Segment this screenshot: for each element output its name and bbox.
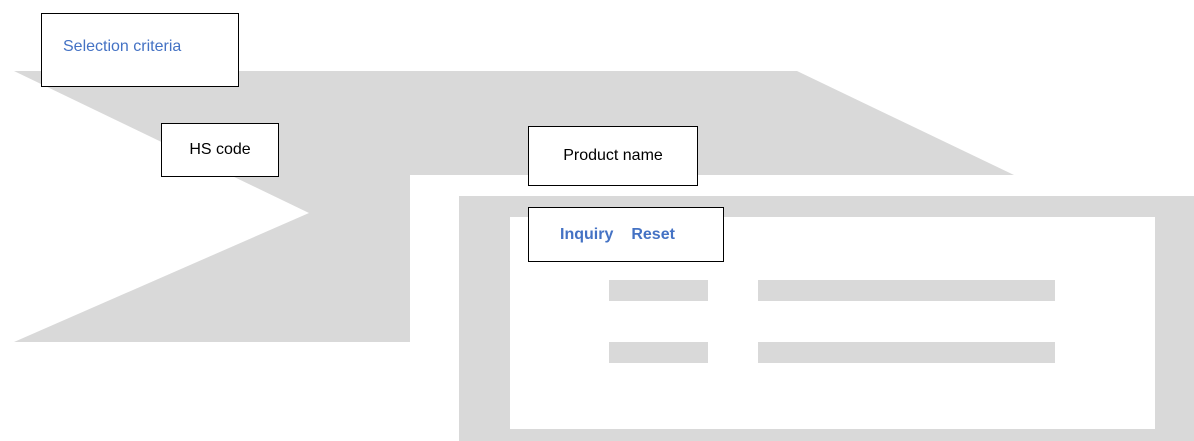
action-buttons: Inquiry Reset xyxy=(528,207,724,262)
result-row-2-label-placeholder xyxy=(609,342,708,363)
selection-criteria-title-text: Selection criteria xyxy=(63,38,182,55)
hs-code-label: HS code xyxy=(189,141,251,158)
inquiry-button[interactable]: Inquiry xyxy=(560,226,613,244)
result-row-2-value-placeholder xyxy=(758,342,1055,363)
result-row-1-value-placeholder xyxy=(758,280,1055,301)
product-name-field[interactable]: Product name xyxy=(528,126,698,186)
product-name-label: Product name xyxy=(563,147,663,164)
hs-code-field[interactable]: HS code xyxy=(161,123,279,177)
selection-criteria-title: Selection criteria xyxy=(41,13,239,87)
reset-button[interactable]: Reset xyxy=(631,226,675,244)
result-row-1-label-placeholder xyxy=(609,280,708,301)
